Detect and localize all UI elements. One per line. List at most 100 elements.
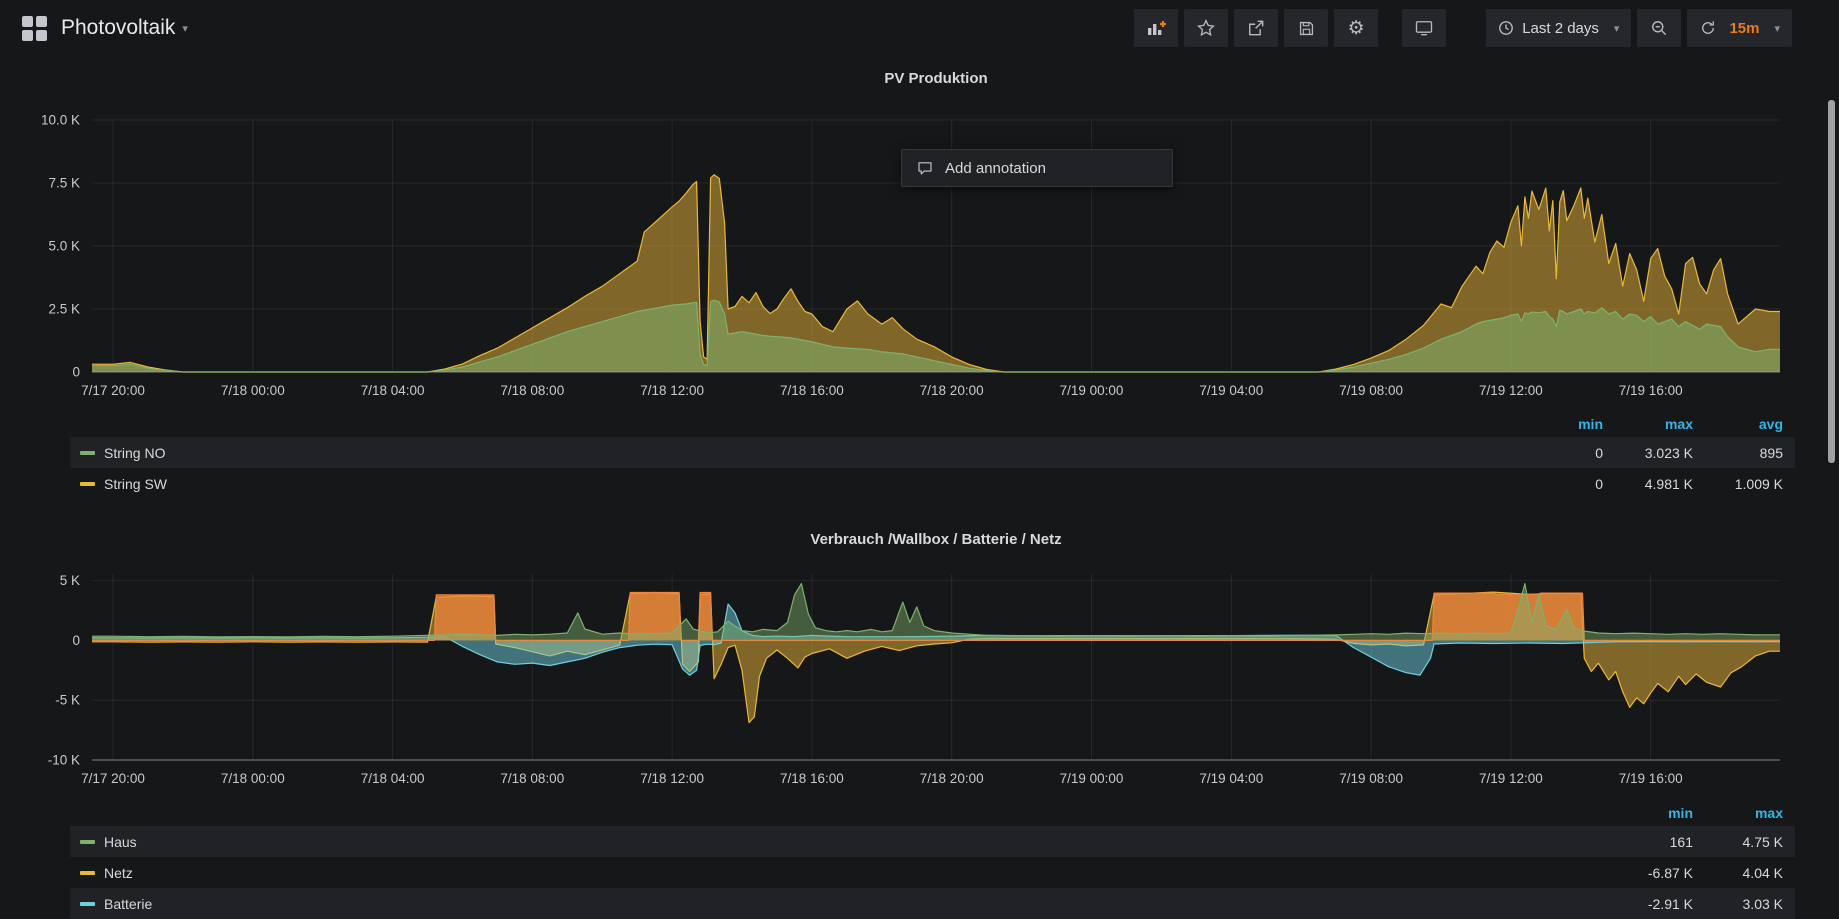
add-panel-icon — [1145, 18, 1167, 38]
settings-button[interactable]: ⚙ — [1334, 9, 1378, 47]
refresh-caret-icon: ▾ — [1774, 22, 1780, 35]
legend-row-string-sw[interactable]: String SW 0 4.981 K 1.009 K — [70, 468, 1795, 499]
cycle-view-button[interactable] — [1402, 9, 1446, 47]
star-button[interactable] — [1184, 9, 1228, 47]
series-avg-value: 895 — [1705, 445, 1795, 461]
legend-header-row: min max — [70, 800, 1795, 826]
series-min-value: -6.87 K — [1615, 865, 1705, 881]
share-button[interactable] — [1234, 9, 1278, 47]
legend-header-max[interactable]: max — [1705, 805, 1795, 821]
legend-header-max[interactable]: max — [1615, 416, 1705, 432]
legend-row-batterie[interactable]: Batterie -2.91 K 3.03 K — [70, 888, 1795, 919]
svg-text:7/18 08:00: 7/18 08:00 — [500, 383, 564, 398]
dashboard-grid-icon[interactable] — [22, 16, 47, 41]
svg-text:7/18 12:00: 7/18 12:00 — [640, 383, 704, 398]
pv-produktion-legend: min max avg String NO 0 3.023 K 895 Stri… — [70, 411, 1795, 499]
svg-text:7/19 12:00: 7/19 12:00 — [1479, 383, 1543, 398]
series-name[interactable]: Netz — [104, 865, 133, 881]
svg-text:7.5 K: 7.5 K — [48, 176, 80, 191]
scrollbar-thumb[interactable] — [1828, 100, 1835, 463]
series-min-value: 161 — [1615, 834, 1705, 850]
legend-row-string-no[interactable]: String NO 0 3.023 K 895 — [70, 437, 1795, 468]
legend-header-min[interactable]: min — [1615, 805, 1705, 821]
series-max-value: 4.75 K — [1705, 834, 1795, 850]
svg-text:7/18 20:00: 7/18 20:00 — [920, 771, 984, 786]
refresh-picker[interactable]: 15m ▾ — [1687, 9, 1792, 47]
svg-text:7/19 16:00: 7/19 16:00 — [1619, 771, 1683, 786]
comment-icon — [916, 159, 934, 177]
series-max-value: 4.04 K — [1705, 865, 1795, 881]
series-color-swatch — [80, 451, 95, 455]
series-color-swatch — [80, 902, 95, 906]
series-name[interactable]: String NO — [104, 445, 165, 461]
share-icon — [1246, 18, 1266, 38]
series-color-swatch — [80, 840, 95, 844]
svg-text:7/17 20:00: 7/17 20:00 — [81, 383, 145, 398]
navbar: Photovoltaik ▾ — [0, 0, 1839, 56]
svg-text:0: 0 — [72, 365, 80, 380]
svg-text:2.5 K: 2.5 K — [48, 302, 80, 317]
panel-title-pv-produktion[interactable]: PV Produktion — [92, 70, 1780, 87]
legend-row-haus[interactable]: Haus 161 4.75 K — [70, 826, 1795, 857]
svg-text:7/19 08:00: 7/19 08:00 — [1339, 383, 1403, 398]
svg-text:5 K: 5 K — [60, 573, 80, 588]
legend-row-netz[interactable]: Netz -6.87 K 4.04 K — [70, 857, 1795, 888]
star-icon — [1196, 18, 1216, 38]
time-range-label: Last 2 days — [1522, 20, 1599, 37]
series-name[interactable]: Batterie — [104, 896, 152, 912]
time-range-caret-icon: ▾ — [1614, 22, 1620, 35]
verbrauch-legend: min max Haus 161 4.75 K Netz -6.87 K 4.0… — [70, 800, 1795, 919]
zoom-out-button[interactable] — [1637, 9, 1681, 47]
zoom-out-icon — [1649, 18, 1669, 38]
svg-text:7/19 04:00: 7/19 04:00 — [1199, 383, 1263, 398]
add-annotation-menu[interactable]: Add annotation — [901, 149, 1173, 187]
time-range-picker[interactable]: Last 2 days ▾ — [1486, 9, 1631, 47]
series-avg-value: 1.009 K — [1705, 476, 1795, 492]
save-icon — [1297, 19, 1316, 38]
svg-text:7/18 16:00: 7/18 16:00 — [780, 771, 844, 786]
gear-icon: ⚙ — [1348, 19, 1365, 38]
legend-header-avg[interactable]: avg — [1705, 416, 1795, 432]
svg-text:7/19 00:00: 7/19 00:00 — [1060, 383, 1124, 398]
series-min-value: 0 — [1525, 445, 1615, 461]
svg-text:7/19 00:00: 7/19 00:00 — [1060, 771, 1124, 786]
svg-text:7/18 20:00: 7/18 20:00 — [920, 383, 984, 398]
svg-text:7/18 04:00: 7/18 04:00 — [361, 383, 425, 398]
series-color-swatch — [80, 871, 95, 875]
svg-text:7/18 08:00: 7/18 08:00 — [500, 771, 564, 786]
verbrauch-chart[interactable]: 7/17 20:00 7/18 00:00 7/18 04:00 7/18 08:00… — [0, 555, 1839, 795]
refresh-icon — [1699, 19, 1717, 37]
dashboard-title[interactable]: Photovoltaik — [61, 16, 175, 40]
svg-text:7/18 00:00: 7/18 00:00 — [221, 771, 285, 786]
series-name[interactable]: Haus — [104, 834, 137, 850]
series-max-value: 3.023 K — [1615, 445, 1705, 461]
series-max-value: 3.03 K — [1705, 896, 1795, 912]
save-button[interactable] — [1284, 9, 1328, 47]
svg-text:0: 0 — [72, 633, 80, 648]
svg-text:7/17 20:00: 7/17 20:00 — [81, 771, 145, 786]
add-annotation-label: Add annotation — [945, 160, 1046, 177]
series-min-value: -2.91 K — [1615, 896, 1705, 912]
panel-title-verbrauch[interactable]: Verbrauch /Wallbox / Batterie / Netz — [92, 531, 1780, 548]
svg-text:10.0 K: 10.0 K — [41, 113, 80, 128]
svg-text:5.0 K: 5.0 K — [48, 239, 80, 254]
series-max-value: 4.981 K — [1615, 476, 1705, 492]
svg-text:7/18 16:00: 7/18 16:00 — [780, 383, 844, 398]
series-name[interactable]: String SW — [104, 476, 167, 492]
svg-text:7/19 12:00: 7/19 12:00 — [1479, 771, 1543, 786]
svg-text:7/19 08:00: 7/19 08:00 — [1339, 771, 1403, 786]
svg-text:-10 K: -10 K — [48, 753, 80, 768]
svg-text:7/19 04:00: 7/19 04:00 — [1199, 771, 1263, 786]
series-color-swatch — [80, 482, 95, 486]
navbar-actions: ⚙ Last 2 days ▾ — [1128, 9, 1792, 47]
add-panel-button[interactable] — [1134, 9, 1178, 47]
legend-header-min[interactable]: min — [1525, 416, 1615, 432]
clock-icon — [1498, 20, 1514, 36]
tv-icon — [1413, 18, 1435, 38]
svg-text:7/18 00:00: 7/18 00:00 — [221, 383, 285, 398]
svg-text:-5 K: -5 K — [55, 693, 80, 708]
title-caret-icon: ▾ — [182, 22, 188, 35]
svg-text:7/18 12:00: 7/18 12:00 — [640, 771, 704, 786]
svg-text:7/18 04:00: 7/18 04:00 — [361, 771, 425, 786]
pv-produktion-chart[interactable]: 7/17 20:00 7/18 00:00 7/18 04:00 7/18 08:00… — [0, 90, 1839, 410]
